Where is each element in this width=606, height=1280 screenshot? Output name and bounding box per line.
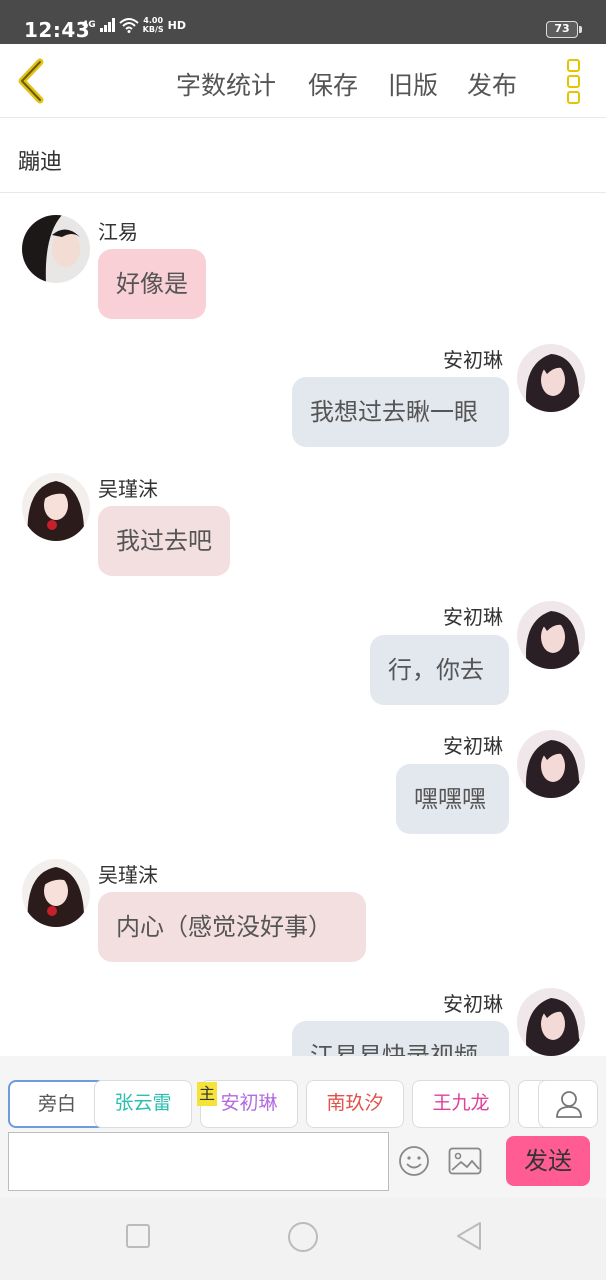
chat-area[interactable]: 江易 好像是 安初琳 我想过去瞅一眼 吴瑾沫 我过去吧 安初琳 行，你去 安初琳… xyxy=(0,194,606,1056)
sender-name: 江易 xyxy=(98,220,138,244)
status-icons: 4G 4.00 KB/S HD xyxy=(82,16,186,34)
back-nav-icon[interactable] xyxy=(454,1220,484,1252)
status-time: 12:43 xyxy=(24,18,91,42)
speed-unit: KB/S xyxy=(142,25,164,34)
sender-name: 安初琳 xyxy=(443,605,503,629)
sender-name: 吴瑾沫 xyxy=(98,477,158,501)
network-type: 4G xyxy=(82,19,96,30)
role-selector-panel: 旁白 张云雷 安初琳 南玖汐 王九龙 主 发送 xyxy=(0,1056,606,1198)
role-narration-button[interactable]: 旁白 xyxy=(8,1080,106,1128)
sender-name: 安初琳 xyxy=(443,734,503,758)
signal-icon xyxy=(99,18,115,32)
emoji-icon[interactable] xyxy=(398,1145,430,1177)
battery-level: 73 xyxy=(554,22,570,35)
message-bubble[interactable]: 江易易快录视频 xyxy=(292,1021,509,1056)
message-bubble[interactable]: 我想过去瞅一眼 xyxy=(292,377,509,447)
battery-icon: 73 xyxy=(546,21,582,38)
sender-name: 安初琳 xyxy=(443,992,503,1016)
role-button[interactable]: 张云雷 xyxy=(94,1080,192,1128)
image-icon[interactable] xyxy=(448,1147,482,1175)
avatar[interactable] xyxy=(22,859,90,927)
back-button[interactable] xyxy=(12,56,56,106)
publish-button[interactable]: 发布 xyxy=(467,66,517,102)
message-input[interactable] xyxy=(8,1132,389,1191)
chevron-left-icon xyxy=(18,58,44,104)
speed-value: 4.00 xyxy=(143,16,164,25)
sender-name: 安初琳 xyxy=(443,348,503,372)
avatar[interactable] xyxy=(517,344,585,412)
role-button[interactable]: 王九龙 xyxy=(412,1080,510,1128)
hd-badge: HD xyxy=(167,18,186,32)
avatar[interactable] xyxy=(22,473,90,541)
message-bubble[interactable]: 行，你去 xyxy=(370,635,509,705)
sender-name: 吴瑾沫 xyxy=(98,863,158,887)
avatar[interactable] xyxy=(517,988,585,1056)
more-menu-icon[interactable] xyxy=(558,58,588,106)
avatar[interactable] xyxy=(22,215,90,283)
home-icon[interactable] xyxy=(286,1220,320,1254)
save-button[interactable]: 保存 xyxy=(308,66,358,102)
role-button[interactable]: 南玖汐 xyxy=(306,1080,404,1128)
status-bar: 12:43 4G 4.00 KB/S HD 73 xyxy=(0,0,606,44)
avatar[interactable] xyxy=(517,730,585,798)
recents-icon[interactable] xyxy=(124,1222,152,1250)
message-bubble[interactable]: 嘿嘿嘿 xyxy=(396,764,509,834)
message-bubble[interactable]: 好像是 xyxy=(98,249,206,319)
word-count-button[interactable]: 字数统计 xyxy=(176,66,276,102)
chapter-title: 蹦迪 xyxy=(18,150,63,175)
system-nav-bar xyxy=(0,1198,606,1280)
message-bubble[interactable]: 我过去吧 xyxy=(98,506,230,576)
person-icon xyxy=(556,1091,582,1118)
wifi-icon xyxy=(118,18,139,33)
protagonist-badge: 主 xyxy=(197,1082,217,1106)
chapter-title-row[interactable]: 蹦迪 xyxy=(0,119,606,193)
avatar[interactable] xyxy=(517,601,585,669)
send-button[interactable]: 发送 xyxy=(506,1136,590,1186)
old-version-button[interactable]: 旧版 xyxy=(388,66,438,102)
add-role-button[interactable] xyxy=(538,1080,598,1128)
network-speed: 4.00 KB/S xyxy=(143,16,164,34)
top-toolbar: 字数统计 保存 旧版 发布 xyxy=(0,44,606,118)
message-bubble[interactable]: 内心（感觉没好事） xyxy=(98,892,366,962)
